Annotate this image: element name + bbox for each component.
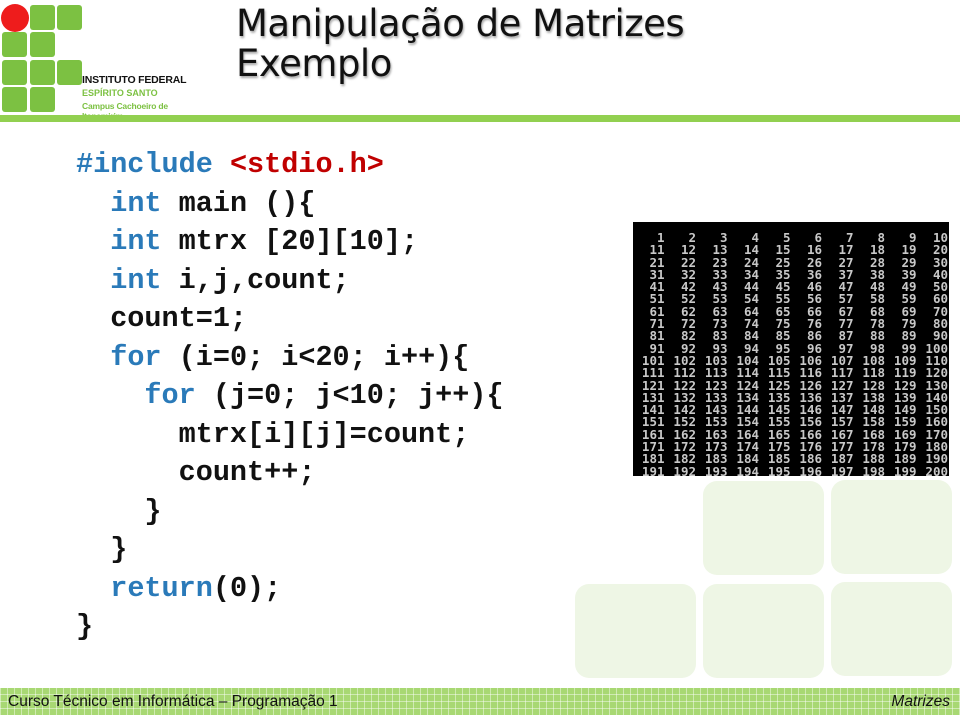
console-row: 191 192 193 194 195 196 197 198 199 200	[633, 463, 948, 479]
code-line: mtrx[i][j]=count;	[76, 416, 504, 455]
code-line: for (i=0; i<20; i++){	[76, 339, 504, 378]
code-line: }	[76, 493, 504, 532]
logo-square	[2, 32, 27, 57]
background-tile	[703, 481, 824, 575]
header-divider	[0, 115, 960, 122]
console-value: 199	[893, 463, 917, 479]
code-line: }	[76, 531, 504, 570]
console-value: 191	[641, 463, 665, 479]
code-line: count++;	[76, 454, 504, 493]
code-line: return(0);	[76, 570, 504, 609]
code-text: mtrx [20][10];	[161, 225, 419, 258]
logo-square	[30, 60, 55, 85]
code-text: mtrx[i][j]=count;	[76, 417, 470, 451]
code-header-name: <stdio.h>	[229, 148, 384, 181]
logo-institution-name: INSTITUTO FEDERAL	[82, 74, 187, 86]
logo-square	[30, 87, 55, 112]
console-value: 197	[830, 463, 854, 479]
code-line: int i,j,count;	[76, 262, 504, 301]
logo-square	[2, 60, 27, 85]
code-keyword: int	[110, 263, 162, 297]
code-text: count++;	[76, 456, 316, 489]
slide-title-line2: Exemplo	[236, 42, 392, 85]
console-value: 194	[736, 463, 759, 479]
background-tile	[831, 480, 952, 574]
code-line: count=1;	[76, 300, 504, 339]
code-text: main (){	[161, 186, 316, 220]
code-line: }	[76, 608, 504, 647]
code-listing: #include <stdio.h> int main (){ int mtrx…	[76, 146, 504, 647]
logo-state: ESPÍRITO SANTO	[82, 88, 158, 98]
footer-topic: Matrizes	[891, 693, 950, 710]
logo-square	[2, 87, 27, 112]
code-line: #include <stdio.h>	[76, 146, 504, 185]
logo-red-circle	[1, 4, 29, 32]
code-line: int mtrx [20][10];	[76, 223, 504, 262]
console-value: 198	[862, 463, 885, 479]
console-output-table: 1 2 3 4 5 6 7 8 9 10 11 12 13 14 15 16 17 18 19 20 21 22 23 24 2…	[633, 231, 948, 479]
code-keyword: return	[110, 571, 213, 605]
console-value: 196	[799, 463, 822, 479]
background-tile	[703, 584, 824, 678]
code-text: }	[76, 533, 128, 566]
background-tile	[575, 584, 696, 678]
code-keyword: for	[110, 340, 162, 374]
console-value: 192	[673, 463, 696, 479]
code-text: (0);	[212, 571, 282, 605]
slide-title: Manipulação de Matrizes Exemplo	[236, 2, 685, 85]
background-tile	[831, 582, 952, 676]
console-value: 193	[704, 463, 728, 479]
code-keyword: int	[110, 225, 162, 258]
console-value: 200	[925, 463, 948, 479]
logo-square	[30, 5, 55, 30]
code-text: (i=0; i<20; i++){	[161, 340, 470, 374]
code-text: i,j,count;	[161, 263, 350, 297]
code-keyword: int	[110, 186, 162, 220]
institution-logo: INSTITUTO FEDERAL ESPÍRITO SANTO Campus …	[0, 0, 210, 121]
code-text: (j=0; j<10; j++){	[195, 379, 504, 412]
code-line: for (j=0; j<10; j++){	[76, 377, 504, 416]
code-keyword: #include	[76, 148, 230, 181]
footer-bar: Curso Técnico em Informática – Programaç…	[0, 688, 960, 715]
console-output: 1 2 3 4 5 6 7 8 9 10 11 12 13 14 15 16 17 18 19 20 21 22 23 24 2…	[633, 222, 949, 479]
code-text: count=1;	[76, 302, 248, 335]
code-text: }	[76, 610, 94, 643]
slide-title-line1: Manipulação de Matrizes	[236, 2, 685, 45]
code-keyword: for	[144, 379, 196, 412]
logo-square	[57, 5, 82, 30]
logo-square	[57, 60, 82, 85]
footer-course: Curso Técnico em Informática – Programaç…	[8, 693, 338, 710]
console-value: 195	[767, 463, 791, 479]
logo-square	[30, 32, 55, 57]
code-text: }	[76, 494, 162, 528]
code-line: int main (){	[76, 185, 504, 224]
